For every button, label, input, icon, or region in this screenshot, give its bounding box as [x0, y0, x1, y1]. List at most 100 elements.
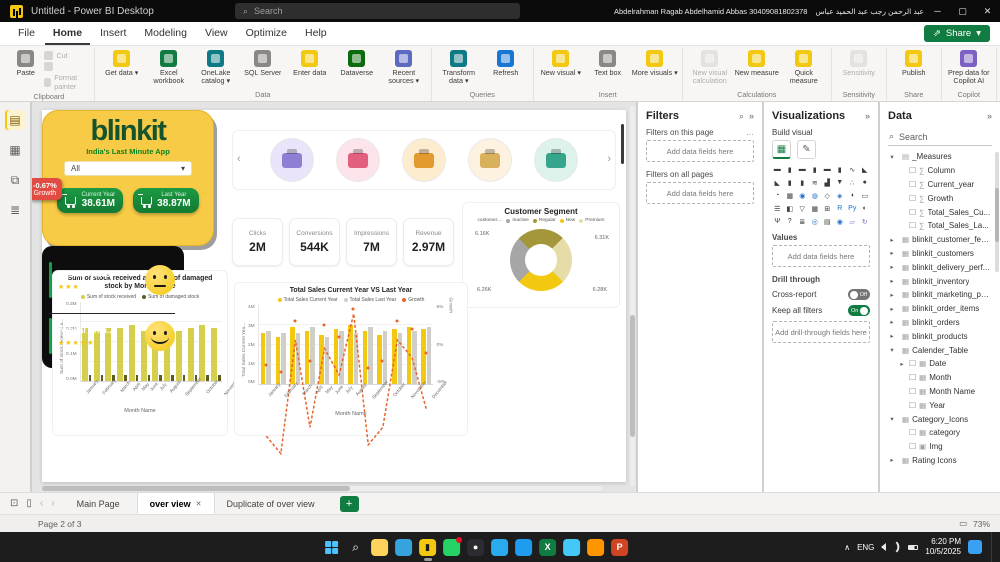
field-checkbox[interactable]: ☐	[909, 221, 916, 230]
viz-type-icon[interactable]: ∿	[847, 164, 858, 175]
ribbon-button-quick-measure[interactable]: Quick measure	[781, 48, 827, 86]
viz-type-icon[interactable]: ▮	[810, 164, 821, 175]
kpi-card[interactable]: Conversions 544K	[289, 218, 340, 266]
viz-type-icon[interactable]: Ψ	[772, 216, 783, 227]
start-button[interactable]	[323, 539, 340, 556]
expand-chevron-icon[interactable]: ▾	[888, 153, 896, 161]
field-row[interactable]: ☐ ▦ Month	[888, 371, 992, 385]
field-row[interactable]: ▾ ▦ Calender_Table	[888, 343, 992, 357]
donut-chart[interactable]	[510, 229, 572, 291]
language-indicator[interactable]: ENG	[857, 543, 874, 552]
next-page-icon[interactable]: ›	[51, 498, 54, 509]
ribbon-button-new-visual-calculation[interactable]: New visual calculation	[687, 48, 733, 86]
category-carousel[interactable]: ‹ ›	[232, 130, 616, 190]
collapse-panel-icon[interactable]: »	[865, 111, 870, 121]
viz-type-icon[interactable]: ▮	[785, 164, 796, 175]
viz-type-icon[interactable]: ≋	[810, 177, 821, 188]
viz-type-icon[interactable]: Py	[847, 203, 858, 214]
customer-segment-visual[interactable]: Customer Segment customer.... Inactive R…	[462, 202, 620, 308]
field-checkbox[interactable]: ☐	[909, 428, 916, 437]
viz-type-icon[interactable]: ◖	[847, 190, 858, 201]
viz-type-icon[interactable]: ◎	[810, 216, 821, 227]
menu-tab[interactable]: Help	[297, 23, 335, 45]
viz-type-icon[interactable]: ⊞	[822, 203, 833, 214]
viz-type-icon[interactable]: ◇	[822, 190, 833, 201]
field-row[interactable]: ▸ ▦ blinkit_inventory	[888, 274, 992, 288]
menu-tab[interactable]: View	[197, 23, 236, 45]
taskbar-icon-browser[interactable]	[563, 538, 581, 556]
viz-type-icon[interactable]: ▦	[785, 190, 796, 201]
taskbar-icon-camera-app[interactable]: ●	[467, 538, 485, 556]
viz-type-icon[interactable]: ▭	[860, 190, 871, 201]
model-view-icon[interactable]: ⧉	[5, 170, 25, 190]
more-options-icon[interactable]: …	[746, 128, 754, 137]
taskbar-icon-power-bi[interactable]: ▮	[419, 538, 437, 556]
expand-chevron-icon[interactable]: ▸	[888, 249, 896, 257]
zoom-level[interactable]: 73%	[973, 519, 990, 529]
ribbon-button-copy[interactable]	[44, 62, 89, 71]
notification-icon[interactable]	[968, 540, 982, 554]
expand-chevron-icon[interactable]: ▸	[888, 305, 896, 313]
ribbon-button-sensitivity[interactable]: Sensitivity	[836, 48, 882, 77]
mobile-layout-icon[interactable]: ▯	[26, 498, 32, 509]
field-checkbox[interactable]: ☐	[909, 401, 916, 410]
taskbar-search-icon[interactable]: ⌕	[347, 539, 364, 556]
ribbon-button-paste[interactable]: Paste	[8, 48, 43, 77]
format-visual-mode-icon[interactable]: ✎	[797, 140, 816, 159]
report-canvas[interactable]: blinkit India's Last Minute App All ▾ Cu…	[32, 102, 636, 492]
previous-page-icon[interactable]: ‹	[40, 498, 43, 509]
ribbon-button-transform-data[interactable]: Transform data ▾	[436, 48, 482, 86]
wifi-icon[interactable]	[891, 541, 904, 553]
collapse-panel-icon[interactable]: »	[987, 111, 992, 121]
viz-type-icon[interactable]: ▦	[810, 203, 821, 214]
field-row[interactable]: ☐ ▣ Img	[888, 440, 992, 454]
viz-type-icon[interactable]: ▮	[797, 177, 808, 188]
field-row[interactable]: ☐ ▦ Month Name	[888, 385, 992, 399]
field-row[interactable]: ▸ ▦ blinkit_orders	[888, 316, 992, 330]
data-search-input[interactable]: ⌕ Search	[888, 128, 992, 146]
category-image[interactable]	[270, 138, 314, 182]
close-button[interactable]: ✕	[975, 0, 1000, 22]
global-search-input[interactable]: ⌕ Search	[235, 3, 520, 19]
field-row[interactable]: ▸ ▦ blinkit_marketing_pe...	[888, 288, 992, 302]
dax-query-view-icon[interactable]: ≣	[5, 200, 25, 220]
taskbar-icon-file-explorer[interactable]	[371, 538, 389, 556]
field-checkbox[interactable]: ☐	[909, 373, 916, 382]
build-visual-mode-icon[interactable]: ▦	[772, 140, 791, 159]
share-button[interactable]: ⇗ Share ▾	[923, 25, 990, 42]
report-view-icon[interactable]: ▤	[5, 110, 25, 130]
category-image[interactable]	[336, 138, 380, 182]
expand-chevron-icon[interactable]: ▸	[888, 277, 896, 285]
viz-type-icon[interactable]: ▽	[797, 203, 808, 214]
desktop-layout-icon[interactable]: ⊡	[10, 498, 18, 509]
field-row[interactable]: ☐ ▦ Year	[888, 398, 992, 412]
category-image[interactable]	[534, 138, 578, 182]
category-image[interactable]	[402, 138, 446, 182]
category-image[interactable]	[468, 138, 512, 182]
field-row[interactable]: ☐ ∑ Growth	[888, 191, 992, 205]
field-checkbox[interactable]: ☐	[909, 359, 916, 368]
field-row[interactable]: ▾ ▦ Category_Icons	[888, 412, 992, 426]
field-checkbox[interactable]: ☐	[909, 180, 916, 189]
taskbar-icon-edge-browser[interactable]	[395, 538, 413, 556]
taskbar-icon-firefox[interactable]	[587, 538, 605, 556]
keep-all-filters-toggle[interactable]: On	[848, 305, 870, 316]
taskbar-icon-vscode[interactable]	[515, 538, 533, 556]
expand-chevron-icon[interactable]: ▸	[888, 332, 896, 340]
field-row[interactable]: ▸ ☐ ▦ Date	[888, 357, 992, 371]
kpi-card[interactable]: Clicks 2M	[232, 218, 283, 266]
carousel-prev-icon[interactable]: ‹	[237, 153, 241, 165]
show-desktop-handle[interactable]	[991, 532, 994, 562]
ribbon-button-new-visual[interactable]: New visual ▾	[538, 48, 584, 77]
canvas-vertical-scrollbar[interactable]	[630, 106, 635, 486]
ribbon-button-prep-data-for-copilot-ai[interactable]: Prep data for Copilot AI	[946, 48, 992, 86]
ribbon-button-get-data[interactable]: Get data ▾	[99, 48, 145, 77]
viz-type-icon[interactable]: ●	[860, 177, 871, 188]
values-dropzone[interactable]: Add data fields here	[772, 245, 870, 267]
volume-icon[interactable]	[881, 543, 887, 551]
viz-type-icon[interactable]: ◧	[785, 203, 796, 214]
menu-tab[interactable]: Optimize	[238, 23, 295, 45]
menu-tab[interactable]: File	[10, 23, 43, 45]
ribbon-button-refresh[interactable]: Refresh	[483, 48, 529, 77]
field-row[interactable]: ☐ ∑ Current_year	[888, 178, 992, 192]
